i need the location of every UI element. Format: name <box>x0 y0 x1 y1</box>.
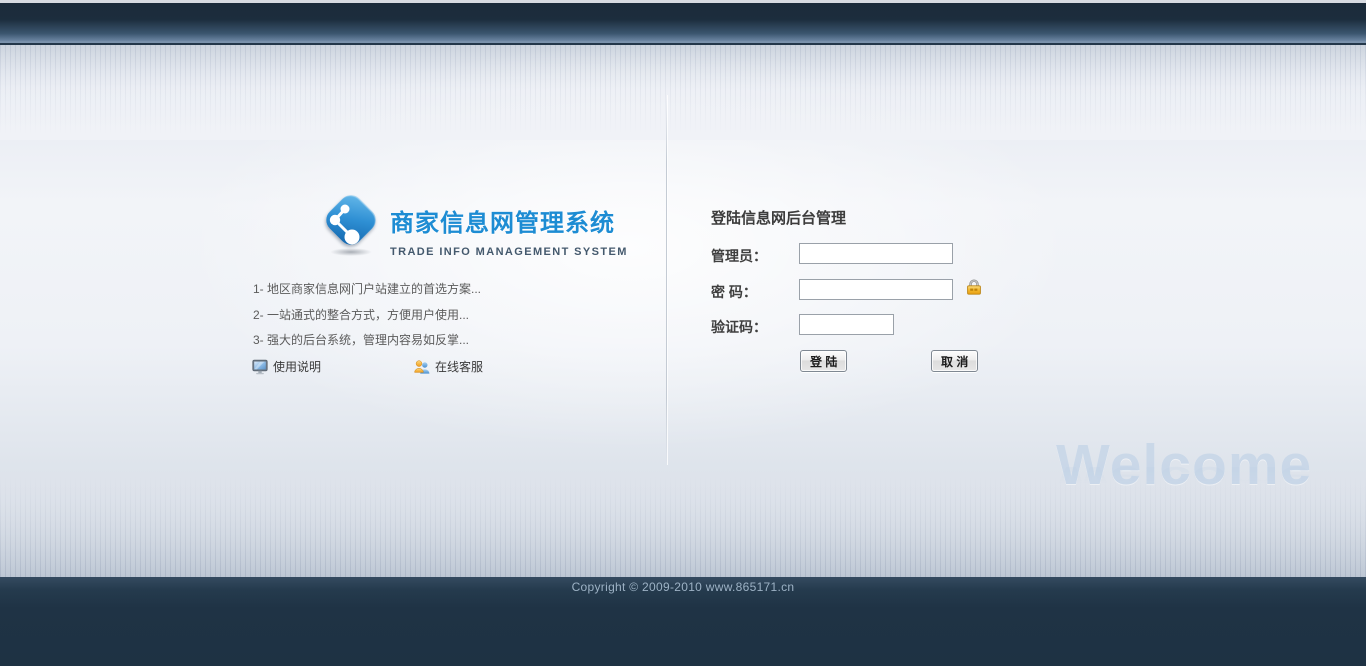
login-button[interactable]: 登 陆 <box>800 350 848 372</box>
lock-icon <box>967 279 981 295</box>
captcha-label: 验证码： <box>711 319 767 335</box>
usage-guide-label: 使用说明 <box>273 360 322 374</box>
login-page: 商家信息网管理系统 TRADE INFO MANAGEMENT SYSTEM 1… <box>0 0 1366 666</box>
feature-list: 1- 地区商家信息网门户站建立的首选方案... 2- 一站通式的整合方式，方便用… <box>253 281 481 358</box>
password-input[interactable] <box>799 279 953 300</box>
feature-line-3: 3- 强大的后台系统，管理内容易如反掌... <box>253 333 470 347</box>
top-header-bar <box>0 0 1366 45</box>
share-nodes-icon <box>329 204 360 245</box>
app-subtitle: TRADE INFO MANAGEMENT SYSTEM <box>390 246 628 258</box>
online-service-link[interactable]: 在线客服 <box>414 358 483 375</box>
feature-line-2: 2- 一站通式的整合方式，方便用户使用... <box>253 307 470 322</box>
main-content: 商家信息网管理系统 TRADE INFO MANAGEMENT SYSTEM 1… <box>0 45 1366 577</box>
admin-label: 管理员： <box>711 248 767 264</box>
panel-divider <box>666 95 667 465</box>
background-stripes-top <box>0 45 1366 140</box>
admin-input[interactable] <box>799 243 953 264</box>
welcome-watermark-reflection: Welcome <box>1056 460 1313 496</box>
online-service-label: 在线客服 <box>435 360 484 374</box>
app-title: 商家信息网管理系统 <box>390 210 615 237</box>
branding-text: 商家信息网管理系统 TRADE INFO MANAGEMENT SYSTEM <box>390 203 650 258</box>
feature-line-1: 1- 地区商家信息网门户站建立的首选方案... <box>253 282 482 296</box>
password-label: 密 码： <box>711 284 757 300</box>
usage-guide-link[interactable]: 使用说明 <box>252 358 321 375</box>
people-icon <box>414 359 430 374</box>
login-heading: 登陆信息网后台管理 <box>711 210 847 227</box>
copyright-text: Copyright © 2009-2010 www.865171.cn <box>571 580 795 594</box>
logo-shadow <box>330 248 372 256</box>
captcha-input[interactable] <box>799 314 894 335</box>
footer: Copyright © 2009-2010 www.865171.cn <box>0 577 1366 666</box>
cancel-button[interactable]: 取 消 <box>931 350 979 372</box>
logo-icon <box>321 190 381 256</box>
monitor-icon <box>252 359 268 374</box>
